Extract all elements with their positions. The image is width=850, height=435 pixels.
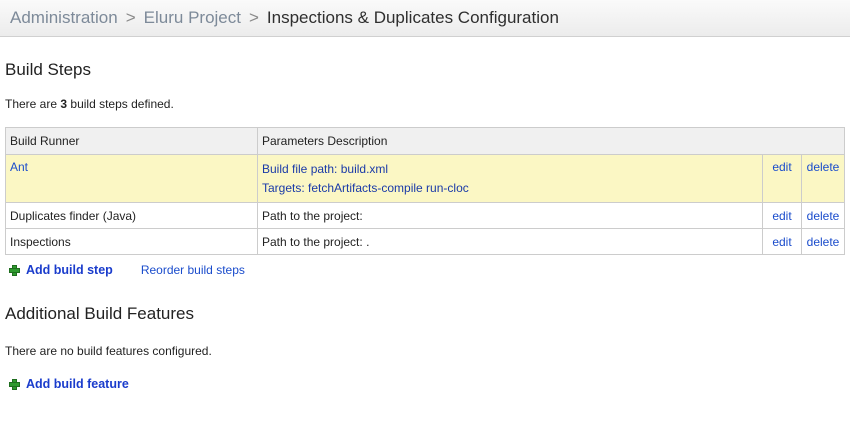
- table-row: Ant Build file path: build.xml Targets: …: [5, 154, 845, 203]
- edit-link[interactable]: edit: [772, 160, 791, 174]
- build-steps-title: Build Steps: [5, 60, 91, 79]
- column-header-params: Parameters Description: [257, 127, 845, 155]
- table-row: Duplicates finder (Java) Path to the pro…: [5, 202, 845, 229]
- build-features-summary: There are no build features configured.: [5, 344, 212, 358]
- plus-icon: [9, 378, 20, 390]
- summary-count: 3: [60, 97, 68, 111]
- breadcrumb-current: Inspections & Duplicates Configuration: [266, 8, 559, 27]
- runner-inspections: Inspections: [5, 228, 258, 255]
- build-feature-actions: Add build feature: [9, 377, 129, 391]
- build-steps-summary: There are 3 build steps defined.: [5, 97, 174, 111]
- delete-link[interactable]: delete: [807, 209, 840, 223]
- add-build-feature-button[interactable]: Add build feature: [26, 377, 129, 391]
- summary-prefix: There are: [5, 97, 58, 111]
- runner-ant[interactable]: Ant: [10, 160, 28, 174]
- param-line[interactable]: Targets: fetchArtifacts-compile run-cloc: [262, 179, 758, 198]
- breadcrumb-separator-icon: >: [125, 8, 136, 27]
- delete-link[interactable]: delete: [807, 160, 840, 174]
- reorder-build-steps-link[interactable]: Reorder build steps: [141, 263, 245, 277]
- add-build-step-button[interactable]: Add build step: [26, 263, 113, 277]
- delete-link[interactable]: delete: [807, 235, 840, 249]
- param-text: Path to the project: .: [257, 228, 763, 255]
- build-steps-table: Build Runner Parameters Description Ant …: [5, 127, 845, 255]
- breadcrumb-project[interactable]: Eluru Project: [144, 8, 241, 28]
- breadcrumb: Administration > Eluru Project > Inspect…: [0, 0, 850, 37]
- build-features-title: Additional Build Features: [5, 304, 195, 323]
- edit-link[interactable]: edit: [772, 235, 791, 249]
- table-row: Inspections Path to the project: . edit …: [5, 228, 845, 255]
- plus-icon: [9, 264, 20, 276]
- summary-suffix: build steps defined.: [70, 97, 174, 111]
- column-header-runner: Build Runner: [5, 127, 258, 155]
- breadcrumb-separator-icon: >: [248, 8, 259, 27]
- breadcrumb-administration[interactable]: Administration: [10, 8, 118, 28]
- runner-duplicates-finder: Duplicates finder (Java): [5, 202, 258, 229]
- param-text: Path to the project:: [257, 202, 763, 229]
- param-line[interactable]: Build file path: build.xml: [262, 160, 758, 179]
- build-step-actions: Add build step Reorder build steps: [9, 263, 245, 277]
- edit-link[interactable]: edit: [772, 209, 791, 223]
